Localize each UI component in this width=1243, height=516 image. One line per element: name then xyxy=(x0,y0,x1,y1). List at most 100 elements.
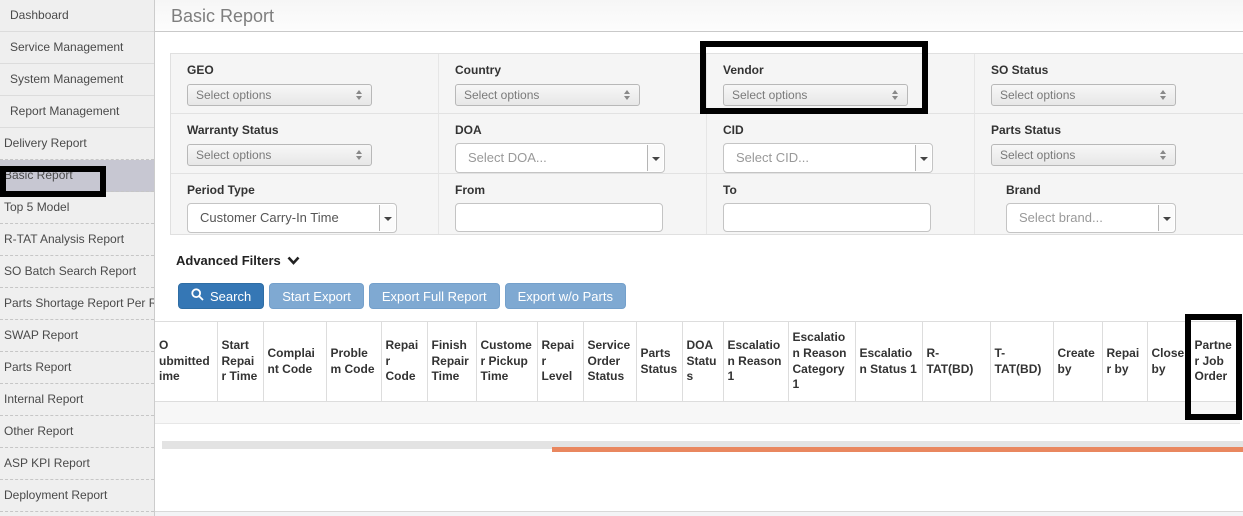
country-multiselect-value: Select options xyxy=(464,85,539,105)
filter-cell-vendor: Vendor Select options xyxy=(707,54,975,114)
geo-multiselect-value: Select options xyxy=(196,85,271,105)
column-header-escalation-reason-category-1: Escalation Reason Category 1 xyxy=(788,322,855,402)
column-header-escalation-status-1: Escalation Status 1 xyxy=(855,322,922,402)
sidebar-item-parts-shortage-report[interactable]: Parts Shortage Report Per Repa xyxy=(0,288,154,320)
dropdown-arrow-icon xyxy=(1158,205,1174,231)
cid-select-value: Select CID... xyxy=(736,150,809,165)
sidebar-item-delivery-report[interactable]: Delivery Report xyxy=(0,128,154,160)
filter-cell-period-type: Period Type Customer Carry-In Time xyxy=(171,174,439,234)
dropdown-arrow-icon xyxy=(379,205,395,231)
column-header-doa-status: DOA Status xyxy=(682,322,723,402)
sidebar-item-deployment-report[interactable]: Deployment Report xyxy=(0,480,154,512)
toolbar: Search Start Export Export Full Report E… xyxy=(178,283,1243,309)
dropdown-arrow-icon xyxy=(915,145,931,171)
updown-caret-icon xyxy=(624,89,631,101)
page-title: Basic Report xyxy=(155,0,1243,27)
horizontal-scrollbar-thumb[interactable] xyxy=(552,447,1243,452)
filter-cell-cid: CID Select CID... xyxy=(707,114,975,174)
so-status-multiselect[interactable]: Select options xyxy=(991,84,1176,106)
filter-cell-country: Country Select options xyxy=(439,54,707,114)
country-multiselect[interactable]: Select options xyxy=(455,84,640,106)
filter-cell-so-status: SO Status Select options xyxy=(975,54,1243,114)
footer-strip xyxy=(155,511,1243,516)
to-date-input[interactable] xyxy=(723,203,931,232)
column-header-create-by: Create by xyxy=(1053,322,1102,402)
parts-status-label: Parts Status xyxy=(991,123,1243,137)
column-header-service-order-status: Service Order Status xyxy=(583,322,636,402)
updown-caret-icon xyxy=(892,89,899,101)
column-header-complaint-code: Complaint Code xyxy=(263,322,326,402)
column-header-partner-job-order: Partner Job Order xyxy=(1190,322,1240,402)
start-export-button[interactable]: Start Export xyxy=(269,283,364,309)
export-full-report-button[interactable]: Export Full Report xyxy=(369,283,500,309)
period-type-select-value: Customer Carry-In Time xyxy=(200,210,339,225)
search-button[interactable]: Search xyxy=(178,283,264,309)
so-status-label: SO Status xyxy=(991,63,1243,77)
vendor-multiselect[interactable]: Select options xyxy=(723,84,908,106)
cid-label: CID xyxy=(723,123,974,137)
warranty-status-multiselect[interactable]: Select options xyxy=(187,144,372,166)
search-icon xyxy=(191,288,204,304)
warranty-status-multiselect-value: Select options xyxy=(196,145,271,165)
filter-cell-doa: DOA Select DOA... xyxy=(439,114,707,174)
vendor-multiselect-value: Select options xyxy=(732,85,807,105)
updown-caret-icon xyxy=(1160,149,1167,161)
horizontal-scrollbar xyxy=(162,441,1243,454)
column-header-so-submitted-time: O ubmitted ime xyxy=(155,322,217,402)
sidebar: Dashboard Service Management System Mana… xyxy=(0,0,155,516)
to-label: To xyxy=(723,183,974,197)
brand-select-value: Select brand... xyxy=(1019,210,1103,225)
column-header-repair-level: Repair Level xyxy=(537,322,583,402)
sidebar-item-swap-report[interactable]: SWAP Report xyxy=(0,320,154,352)
chevron-down-icon xyxy=(287,256,300,265)
geo-label: GEO xyxy=(187,63,438,77)
table-empty-row xyxy=(155,402,1240,424)
updown-caret-icon xyxy=(1160,89,1167,101)
filter-cell-from: From xyxy=(439,174,707,234)
sidebar-item-parts-report[interactable]: Parts Report xyxy=(0,352,154,384)
sidebar-item-dashboard[interactable]: Dashboard xyxy=(0,0,154,32)
column-header-parts-status: Parts Status xyxy=(636,322,682,402)
warranty-status-label: Warranty Status xyxy=(187,123,438,137)
filter-cell-geo: GEO Select options xyxy=(171,54,439,114)
dropdown-arrow-icon xyxy=(647,145,663,171)
column-header-finish-repair-time: Finish Repair Time xyxy=(427,322,476,402)
parts-status-multiselect[interactable]: Select options xyxy=(991,144,1176,166)
column-header-repair-by: Repair by xyxy=(1102,322,1147,402)
sidebar-item-so-batch-search-report[interactable]: SO Batch Search Report xyxy=(0,256,154,288)
from-label: From xyxy=(455,183,706,197)
updown-caret-icon xyxy=(356,89,363,101)
period-type-label: Period Type xyxy=(187,183,438,197)
brand-select[interactable]: Select brand... xyxy=(1006,203,1176,233)
sidebar-item-other-report[interactable]: Other Report xyxy=(0,416,154,448)
doa-select-value: Select DOA... xyxy=(468,150,547,165)
page-header-bar: Basic Report xyxy=(155,0,1243,32)
column-header-problem-code: Problem Code xyxy=(326,322,381,402)
geo-multiselect[interactable]: Select options xyxy=(187,84,372,106)
advanced-filters-toggle[interactable]: Advanced Filters xyxy=(176,253,300,268)
filter-cell-to: To xyxy=(707,174,975,234)
vendor-label: Vendor xyxy=(723,63,974,77)
from-date-input[interactable] xyxy=(455,203,663,232)
doa-select[interactable]: Select DOA... xyxy=(455,143,665,173)
column-header-repair-code: Repair Code xyxy=(381,322,427,402)
sidebar-item-service-management[interactable]: Service Management xyxy=(0,32,154,64)
sidebar-item-rtat-analysis-report[interactable]: R-TAT Analysis Report xyxy=(0,224,154,256)
period-type-select[interactable]: Customer Carry-In Time xyxy=(187,203,397,233)
sidebar-item-top-5-model[interactable]: Top 5 Model xyxy=(0,192,154,224)
brand-label: Brand xyxy=(1006,183,1243,197)
sidebar-item-system-management[interactable]: System Management xyxy=(0,64,154,96)
export-wo-parts-button[interactable]: Export w/o Parts xyxy=(505,283,626,309)
advanced-filters-label: Advanced Filters xyxy=(176,253,281,268)
column-header-customer-pickup-time: Customer Pickup Time xyxy=(476,322,537,402)
sidebar-item-basic-report[interactable]: Basic Report xyxy=(0,160,154,192)
sidebar-item-report-management[interactable]: Report Management xyxy=(0,96,154,128)
sidebar-item-asp-kpi-report[interactable]: ASP KPI Report xyxy=(0,448,154,480)
column-header-close-by: Close by xyxy=(1147,322,1190,402)
column-header-start-repair-time: Start Repair Time xyxy=(217,322,263,402)
sidebar-item-internal-report[interactable]: Internal Report xyxy=(0,384,154,416)
country-label: Country xyxy=(455,63,706,77)
cid-select[interactable]: Select CID... xyxy=(723,143,933,173)
filter-cell-warranty-status: Warranty Status Select options xyxy=(171,114,439,174)
search-button-label: Search xyxy=(210,289,251,304)
